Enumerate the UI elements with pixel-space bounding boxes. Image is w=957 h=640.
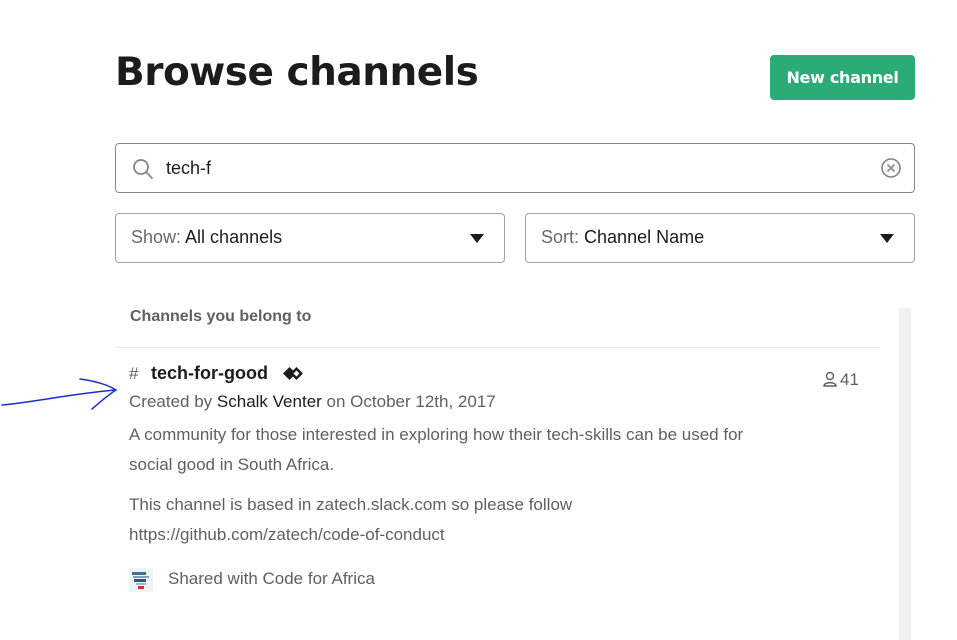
- section-heading: Channels you belong to: [130, 308, 312, 325]
- sort-dropdown[interactable]: Sort: Channel Name: [525, 213, 915, 263]
- member-icon: [823, 371, 837, 387]
- channel-hash-icon: #: [129, 364, 139, 383]
- member-count-value: 41: [840, 370, 859, 389]
- created-prefix: Created by: [129, 392, 213, 411]
- created-date: on October 12th, 2017: [326, 392, 496, 411]
- chevron-down-icon: [880, 234, 894, 243]
- creator-name[interactable]: Schalk Venter: [217, 392, 322, 411]
- channel-description: A community for those interested in expl…: [129, 420, 769, 560]
- show-filter-value: All channels: [185, 227, 283, 247]
- hand-drawn-arrow-annotation: [1, 378, 118, 410]
- clear-search-icon[interactable]: [880, 157, 902, 179]
- shared-with-label: Shared with Code for Africa: [168, 569, 375, 588]
- chevron-down-icon: [470, 234, 484, 243]
- search-input[interactable]: [166, 144, 866, 192]
- channel-created-info: Created by Schalk Venter on October 12th…: [129, 392, 496, 412]
- show-filter-label: Show:: [131, 227, 182, 247]
- show-filter-dropdown[interactable]: Show: All channels: [115, 213, 505, 263]
- sort-label: Sort:: [541, 227, 580, 247]
- channel-description-paragraph: This channel is based in zatech.slack.co…: [129, 495, 573, 544]
- shared-channel-diamond-icon: [283, 367, 303, 380]
- search-icon: [133, 159, 153, 179]
- channel-row[interactable]: # tech-for-good 41 Created by Schalk Ven…: [115, 363, 880, 604]
- sort-value: Channel Name: [584, 227, 705, 247]
- channel-description-paragraph: A community for those interested in expl…: [129, 425, 744, 474]
- section-divider: [115, 347, 880, 348]
- org-logo-icon: [129, 568, 153, 592]
- channel-search-box[interactable]: [115, 143, 915, 193]
- page-title: Browse channels: [115, 50, 479, 95]
- channel-name[interactable]: tech-for-good: [151, 363, 268, 384]
- new-channel-button[interactable]: New channel: [770, 55, 915, 100]
- member-count: 41: [823, 370, 859, 390]
- results-scrollbar[interactable]: [899, 308, 911, 640]
